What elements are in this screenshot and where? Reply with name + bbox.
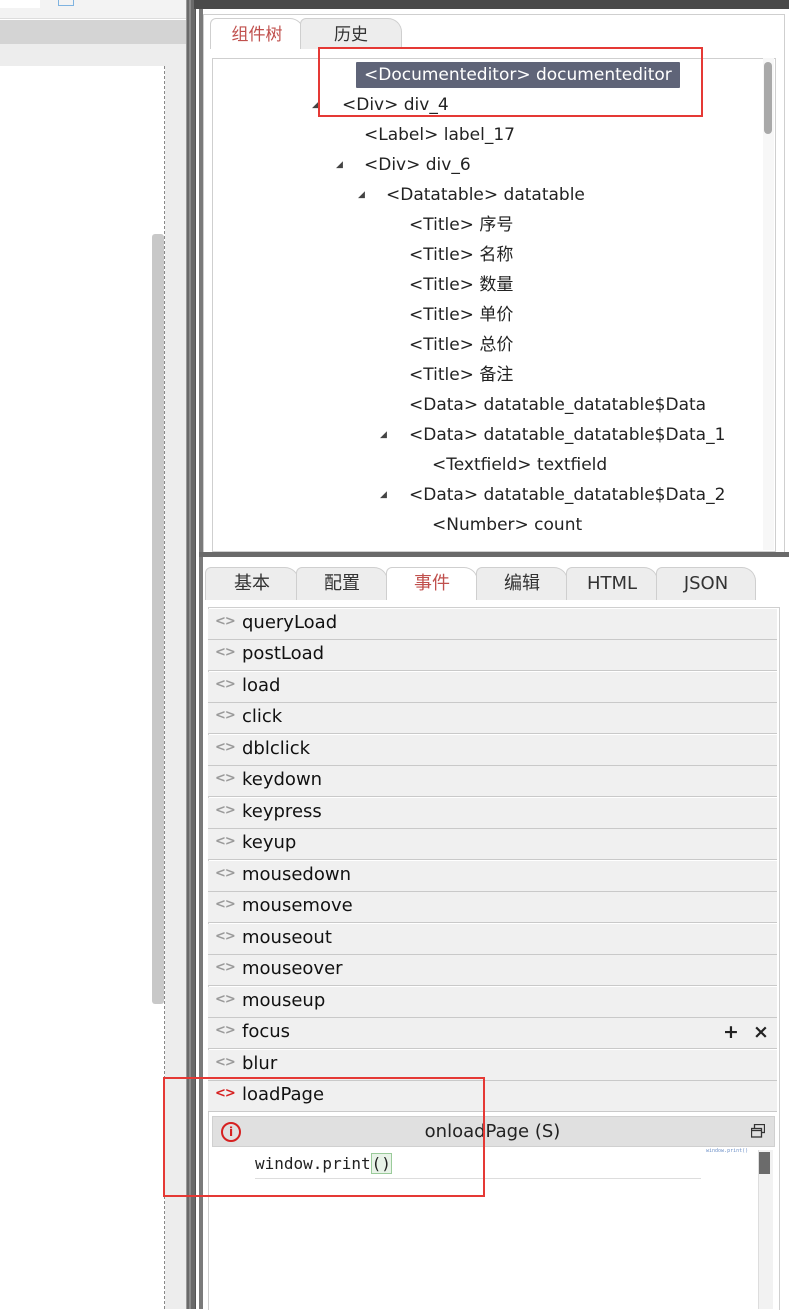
tree-node-textfield[interactable]: <Textfield> textfield xyxy=(432,450,607,480)
event-name: focus xyxy=(242,1021,291,1042)
tree-node-label: <Number> count xyxy=(432,515,583,535)
code-brackets-icon: <> xyxy=(215,708,236,723)
event-name: load xyxy=(242,675,281,696)
event-name: postLoad xyxy=(242,643,325,664)
right-top-bar xyxy=(194,0,789,9)
editor-scrollbar-thumb[interactable] xyxy=(759,1152,770,1174)
tab-history[interactable]: 历史 xyxy=(300,18,402,49)
expanded-caret-icon[interactable]: ◢ xyxy=(358,180,365,210)
event-name: mousemove xyxy=(242,895,353,916)
event-row-keydown[interactable]: <> keydown xyxy=(208,766,777,797)
tree-node-title[interactable]: <Title> 总价 xyxy=(409,330,513,360)
event-name: blur xyxy=(242,1053,278,1074)
code-brackets-icon: <> xyxy=(215,1023,236,1038)
event-row-mouseup[interactable]: <> mouseup xyxy=(208,987,777,1018)
event-row-load[interactable]: <> load xyxy=(208,672,777,703)
event-row-click[interactable]: <> click xyxy=(208,703,777,734)
code-minimap[interactable]: window.print() xyxy=(706,1148,756,1154)
event-row-queryload[interactable]: <> queryLoad xyxy=(208,609,777,640)
event-name: queryLoad xyxy=(242,612,338,633)
tree-node-label: <Data> datatable_datatable$Data_1 xyxy=(409,425,726,445)
event-row-dblclick[interactable]: <> dblclick xyxy=(208,735,777,766)
code-brackets-icon: <> xyxy=(215,677,236,692)
highlight-box-selected-node xyxy=(318,47,703,117)
code-brackets-icon: <> xyxy=(215,645,236,660)
event-row-mousemove[interactable]: <> mousemove xyxy=(208,892,777,923)
tree-node-label: <Title> 单价 xyxy=(409,305,514,325)
document-icon[interactable] xyxy=(58,0,74,6)
event-row-mousedown[interactable]: <> mousedown xyxy=(208,861,777,892)
tree-node-title[interactable]: <Title> 名称 xyxy=(409,240,513,270)
tree-node-label: <Textfield> textfield xyxy=(432,455,608,475)
event-row-keyup[interactable]: <> keyup xyxy=(208,829,777,860)
tab-config[interactable]: 配置 xyxy=(296,567,388,600)
left-tab-stub[interactable] xyxy=(0,0,40,8)
event-row-focus[interactable]: <> focus + × xyxy=(208,1018,777,1049)
event-name: mouseover xyxy=(242,958,343,979)
tree-node-title[interactable]: <Title> 数量 xyxy=(409,270,513,300)
code-brackets-icon: <> xyxy=(215,866,236,881)
canvas-page xyxy=(0,66,165,1309)
tree-node-label: <Datatable> datatable xyxy=(386,185,585,205)
code-brackets-icon: <> xyxy=(215,992,236,1007)
code-brackets-icon: <> xyxy=(215,834,236,849)
canvas-scrollbar[interactable] xyxy=(152,234,164,1004)
event-name: keypress xyxy=(242,801,322,822)
tree-node-label: <Data> datatable_datatable$Data_2 xyxy=(409,485,726,505)
event-name: keydown xyxy=(242,769,323,790)
event-name: dblclick xyxy=(242,738,311,759)
tab-edit[interactable]: 编辑 xyxy=(476,567,568,600)
remove-handler-button[interactable]: × xyxy=(753,1021,769,1043)
tree-node-label: <Title> 序号 xyxy=(409,215,514,235)
panel-divider[interactable] xyxy=(199,552,789,557)
tab-component-tree[interactable]: 组件树 xyxy=(210,18,304,49)
code-brackets-icon: <> xyxy=(215,740,236,755)
tree-node-label: <Data> datatable_datatable$Data xyxy=(409,395,707,415)
left-header-bar xyxy=(0,20,186,44)
tree-node-number-count[interactable]: <Number> count xyxy=(432,510,582,540)
tab-events[interactable]: 事件 xyxy=(386,567,478,600)
expanded-caret-icon[interactable]: ◢ xyxy=(336,150,343,180)
add-handler-button[interactable]: + xyxy=(723,1021,739,1043)
tree-node-label: <Title> 名称 xyxy=(409,245,514,265)
code-brackets-icon: <> xyxy=(215,929,236,944)
tree-node-title[interactable]: <Title> 序号 xyxy=(409,210,513,240)
code-brackets-icon: <> xyxy=(215,803,236,818)
tree-node-label: <Title> 数量 xyxy=(409,275,514,295)
event-row-mouseover[interactable]: <> mouseover xyxy=(208,955,777,986)
tree-node-data[interactable]: <Data> datatable_datatable$Data xyxy=(409,390,706,420)
highlight-box-loadpage xyxy=(163,1077,485,1197)
tree-node-label: <Label> label_17 xyxy=(364,125,515,145)
code-brackets-icon: <> xyxy=(215,897,236,912)
code-brackets-icon: <> xyxy=(215,960,236,975)
tab-basic[interactable]: 基本 xyxy=(205,567,299,600)
tree-node-label: <Title> 备注 xyxy=(409,365,514,385)
event-name: keyup xyxy=(242,832,297,853)
event-name: click xyxy=(242,706,283,727)
code-brackets-icon: <> xyxy=(215,771,236,786)
event-row-postload[interactable]: <> postLoad xyxy=(208,640,777,671)
window-restore-icon[interactable] xyxy=(750,1123,766,1138)
tree-scrollbar-thumb[interactable] xyxy=(764,62,772,134)
code-brackets-icon: <> xyxy=(215,1055,236,1070)
tree-node-label: <Title> 总价 xyxy=(409,335,514,355)
event-name: mouseup xyxy=(242,990,326,1011)
tree-node-label: <Div> div_6 xyxy=(364,155,471,175)
expanded-caret-icon[interactable]: ◢ xyxy=(380,480,387,510)
tree-node-label-17[interactable]: <Label> label_17 xyxy=(364,120,515,150)
event-row-mouseout[interactable]: <> mouseout xyxy=(208,924,777,955)
expanded-caret-icon[interactable]: ◢ xyxy=(380,420,387,450)
event-row-keypress[interactable]: <> keypress xyxy=(208,798,777,829)
tab-html[interactable]: HTML xyxy=(566,567,658,600)
event-name: mouseout xyxy=(242,927,332,948)
tab-json[interactable]: JSON xyxy=(656,567,756,600)
tree-node-title[interactable]: <Title> 单价 xyxy=(409,300,513,330)
code-brackets-icon: <> xyxy=(215,614,236,629)
event-name: mousedown xyxy=(242,864,351,885)
tree-node-title[interactable]: <Title> 备注 xyxy=(409,360,513,390)
